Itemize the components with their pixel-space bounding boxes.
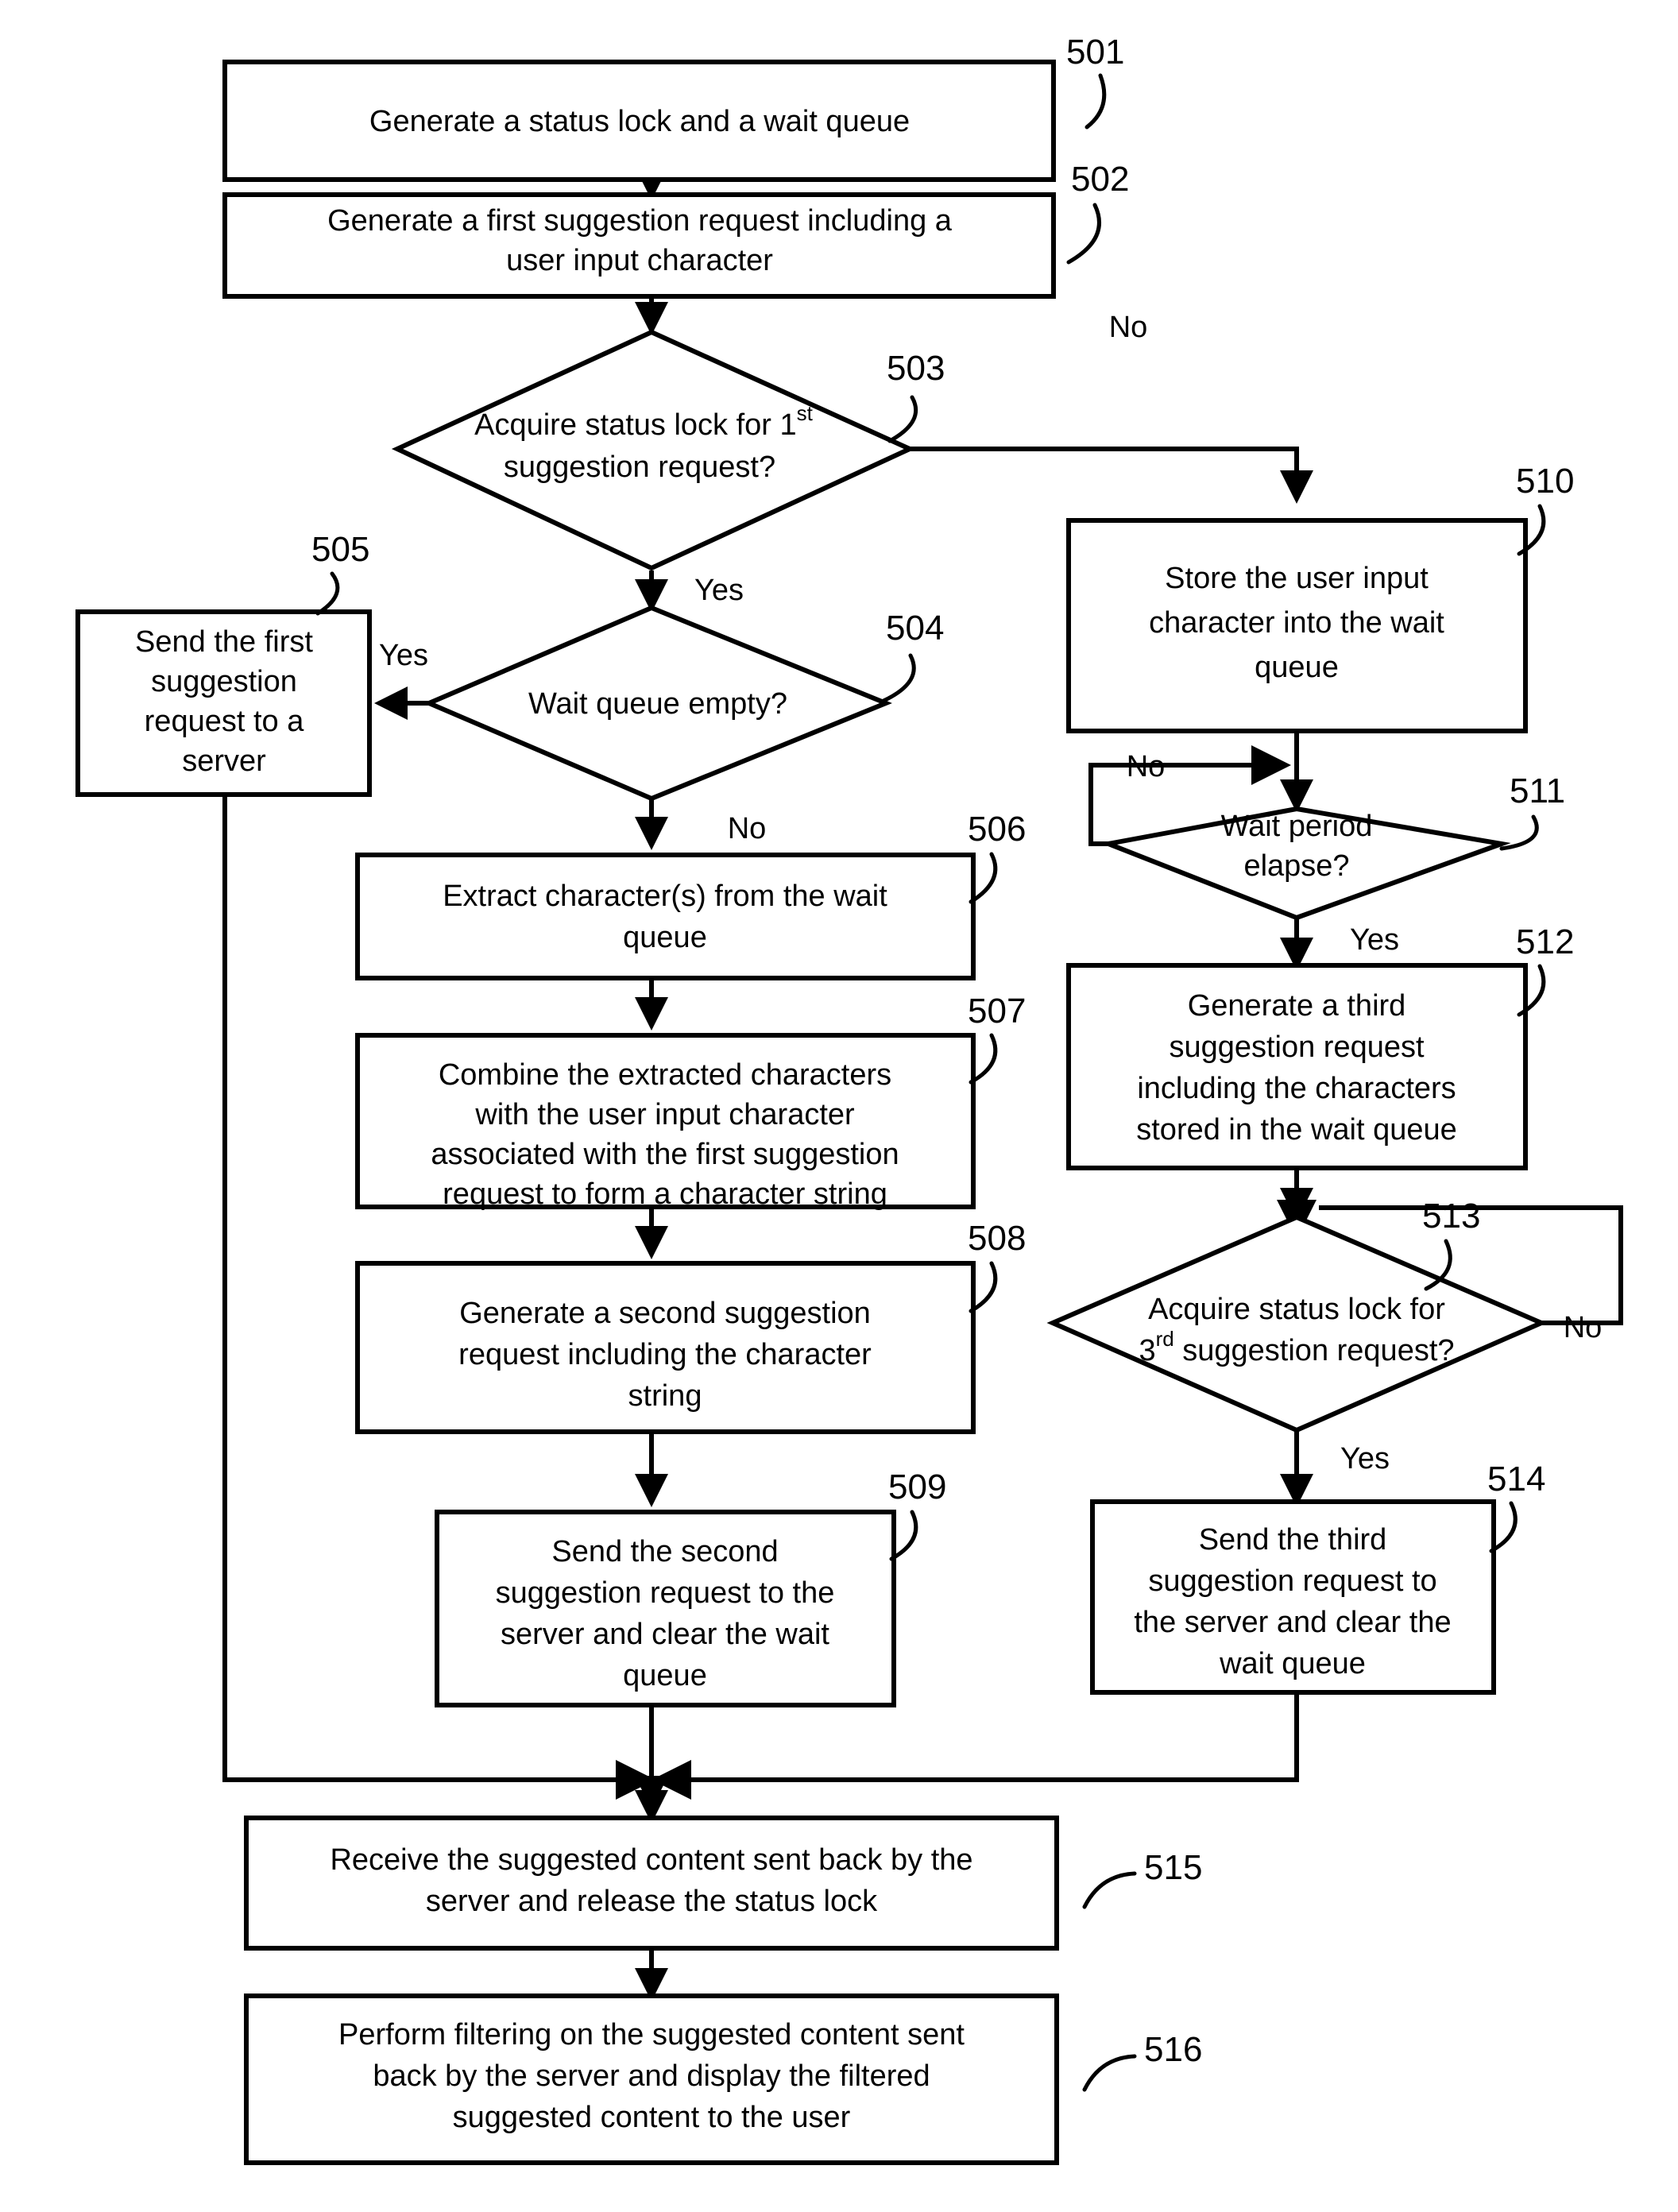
node-515[interactable]: Receive the suggested content sent back … bbox=[244, 1816, 1059, 1951]
node-502[interactable]: Generate a first suggestion request incl… bbox=[222, 192, 1056, 299]
node-514-line-0: Send the third bbox=[1199, 1523, 1387, 1557]
node-516-line-0: Perform filtering on the suggested conte… bbox=[338, 2018, 965, 2052]
node-505-line-2: request to a bbox=[145, 705, 305, 738]
node-501-line-0: Generate a status lock and a wait queue bbox=[369, 105, 910, 138]
node-512-line-3: stored in the wait queue bbox=[1136, 1113, 1457, 1147]
node-511-line-0: Wait period bbox=[1221, 810, 1373, 843]
ref-num-514: 514 bbox=[1487, 1460, 1545, 1499]
node-508-line-0: Generate a second suggestion bbox=[459, 1297, 871, 1330]
ref-num-511: 511 bbox=[1510, 771, 1565, 810]
node-509-line-1: suggestion request to the bbox=[496, 1576, 835, 1610]
node-515-line-1: server and release the status lock bbox=[426, 1885, 878, 1918]
node-505-line-3: server bbox=[182, 744, 266, 778]
node-503[interactable]: Acquire status lock for 1st suggestion r… bbox=[391, 329, 916, 571]
node-509-line-3: queue bbox=[623, 1659, 707, 1692]
ref-num-504: 504 bbox=[886, 609, 944, 648]
node-506-line-1: queue bbox=[623, 921, 707, 954]
ref-num-515: 515 bbox=[1144, 1848, 1202, 1887]
node-510-line-0: Store the user input bbox=[1165, 562, 1429, 595]
edge-503-no-510 bbox=[910, 447, 1313, 504]
node-507-line-0: Combine the extracted characters bbox=[439, 1058, 891, 1092]
node-515-line-0: Receive the suggested content sent back … bbox=[330, 1843, 972, 1877]
node-508-line-1: request including the character bbox=[458, 1338, 872, 1371]
node-512-line-1: suggestion request bbox=[1169, 1031, 1425, 1064]
ref-num-505: 505 bbox=[311, 530, 369, 569]
ref-num-510: 510 bbox=[1516, 462, 1574, 501]
node-512-line-2: including the characters bbox=[1137, 1072, 1456, 1105]
ref-num-512: 512 bbox=[1516, 922, 1574, 961]
node-501[interactable]: Generate a status lock and a wait queue bbox=[222, 60, 1056, 182]
node-505[interactable]: Send the first suggestion request to a s… bbox=[75, 609, 372, 797]
edge-label-513-no: No bbox=[1564, 1311, 1603, 1344]
node-504-line-0: Wait queue empty? bbox=[528, 687, 787, 721]
node-514-line-3: wait queue bbox=[1219, 1647, 1366, 1680]
node-505-line-0: Send the first bbox=[135, 625, 313, 659]
node-511-line-1: elapse? bbox=[1243, 849, 1349, 883]
ref-num-507: 507 bbox=[968, 992, 1026, 1031]
node-516-line-1: back by the server and display the filte… bbox=[373, 2059, 930, 2093]
node-512-line-0: Generate a third bbox=[1188, 989, 1406, 1023]
node-510[interactable]: Store the user input character into the … bbox=[1066, 518, 1528, 733]
edge-label-503-yes: Yes bbox=[694, 574, 744, 607]
node-502-line-1: user input character bbox=[506, 244, 773, 277]
flowchart-svg: Generate a status lock and a wait queue … bbox=[75, 33, 1623, 2165]
node-505-line-1: suggestion bbox=[151, 665, 297, 698]
edge-label-504-yes: Yes bbox=[379, 639, 428, 672]
node-511[interactable]: Wait period elapse? bbox=[1100, 806, 1511, 921]
node-506-line-0: Extract character(s) from the wait bbox=[443, 880, 887, 913]
node-514-line-1: suggestion request to bbox=[1148, 1564, 1436, 1598]
node-504[interactable]: Wait queue empty? bbox=[423, 605, 892, 802]
node-513[interactable]: Acquire status lock for 3rd suggestion r… bbox=[1046, 1214, 1548, 1433]
node-514[interactable]: Send the third suggestion request to the… bbox=[1090, 1499, 1496, 1695]
ref-num-502: 502 bbox=[1071, 160, 1129, 199]
edge-label-511-yes: Yes bbox=[1350, 923, 1399, 957]
node-513-line-0: Acquire status lock for bbox=[1148, 1293, 1445, 1326]
node-509-line-0: Send the second bbox=[551, 1535, 778, 1568]
node-508-line-2: string bbox=[628, 1379, 702, 1413]
node-510-line-1: character into the wait bbox=[1149, 606, 1444, 640]
node-516[interactable]: Perform filtering on the suggested conte… bbox=[244, 1994, 1059, 2165]
edge-label-503-no: No bbox=[1109, 311, 1148, 344]
node-509[interactable]: Send the second suggestion request to th… bbox=[435, 1510, 896, 1707]
ref-num-503: 503 bbox=[887, 349, 945, 388]
node-516-line-2: suggested content to the user bbox=[453, 2101, 851, 2134]
edge-label-511-no: No bbox=[1127, 750, 1166, 783]
edge-label-513-yes: Yes bbox=[1340, 1442, 1390, 1475]
node-514-line-2: the server and clear the bbox=[1134, 1606, 1451, 1639]
node-507-line-3: request to form a character string bbox=[443, 1178, 887, 1211]
ref-num-513: 513 bbox=[1422, 1197, 1480, 1236]
ref-num-501: 501 bbox=[1066, 33, 1124, 72]
ref-num-509: 509 bbox=[888, 1468, 946, 1506]
node-506[interactable]: Extract character(s) from the wait queue bbox=[355, 853, 976, 980]
ref-num-508: 508 bbox=[968, 1219, 1026, 1258]
flowchart-canvas: Generate a status lock and a wait queue … bbox=[0, 0, 1678, 2212]
node-512[interactable]: Generate a third suggestion request incl… bbox=[1066, 963, 1528, 1170]
ref-num-516: 516 bbox=[1144, 2030, 1202, 2069]
node-507-line-1: with the user input character bbox=[474, 1098, 855, 1131]
node-503-line-1: suggestion request? bbox=[504, 451, 775, 484]
node-508[interactable]: Generate a second suggestion request inc… bbox=[355, 1261, 976, 1434]
node-510-line-2: queue bbox=[1255, 651, 1339, 684]
edge-label-504-no: No bbox=[728, 812, 767, 845]
node-507-line-2: associated with the first suggestion bbox=[431, 1138, 899, 1171]
node-502-line-0: Generate a first suggestion request incl… bbox=[327, 204, 953, 238]
node-509-line-2: server and clear the wait bbox=[501, 1618, 829, 1651]
node-507[interactable]: Combine the extracted characters with th… bbox=[355, 1033, 976, 1211]
edge-514-merge bbox=[651, 1692, 1299, 1800]
ref-num-506: 506 bbox=[968, 810, 1026, 849]
